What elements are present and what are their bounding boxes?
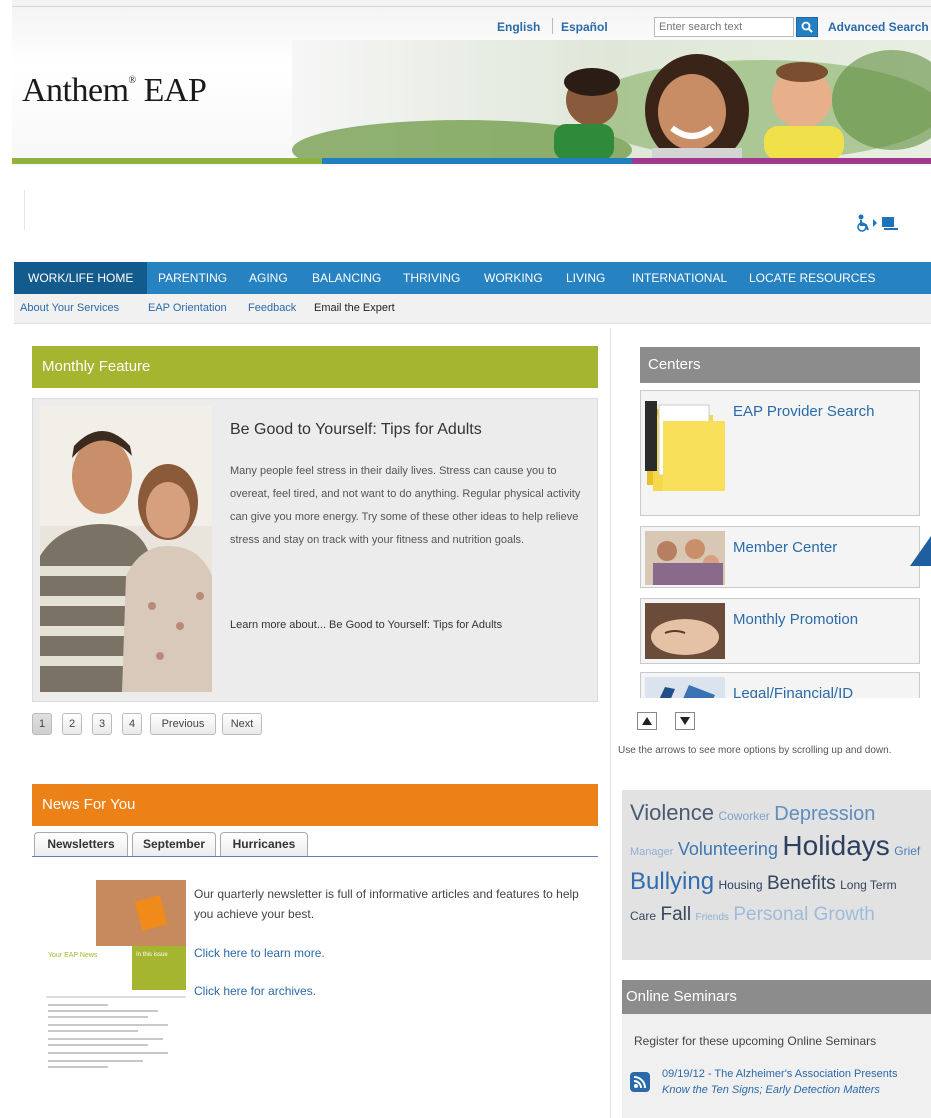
promotion-photo-icon: [645, 603, 725, 659]
tag-depression[interactable]: Depression: [774, 803, 875, 825]
nav-work-life-home[interactable]: WORK/LIFE HOME: [14, 262, 148, 294]
lang-english-link[interactable]: English: [497, 20, 540, 34]
subnav-eap-orientation[interactable]: EAP Orientation: [148, 302, 227, 314]
seminar-item-alzheimers[interactable]: 09/19/12 - The Alzheimer's Association P…: [662, 1066, 928, 1098]
arrow-up-icon: [642, 717, 652, 725]
next-button[interactable]: Next: [222, 713, 262, 735]
tag-bullying[interactable]: Bullying: [630, 868, 714, 895]
page-2-button[interactable]: 2: [62, 713, 82, 735]
tag-benefits[interactable]: Benefits: [767, 873, 836, 894]
nav-parenting[interactable]: PARENTING: [158, 262, 227, 294]
rss-icon[interactable]: [630, 1072, 650, 1092]
folder-icon: [645, 401, 725, 491]
column-divider: [610, 328, 611, 1118]
center-member-center[interactable]: Member Center: [640, 526, 920, 588]
tab-underline: [32, 856, 598, 857]
nav-balancing[interactable]: BALANCING: [312, 262, 381, 294]
site-header: English Español Advanced Search Anthem® …: [12, 0, 931, 166]
tag-care[interactable]: Care: [630, 909, 656, 923]
nav-living[interactable]: LIVING: [566, 262, 605, 294]
subnav-about-services[interactable]: About Your Services: [20, 302, 119, 314]
centers-heading: Centers: [640, 347, 920, 383]
center-legal-financial-id[interactable]: Legal/Financial/ID: [640, 672, 920, 698]
center-label: Member Center: [733, 539, 838, 556]
tag-long-term[interactable]: Long Term: [840, 878, 896, 892]
center-monthly-promotion[interactable]: Monthly Promotion: [640, 598, 920, 664]
newsletter-cover-box: In this issue: [136, 952, 168, 958]
logo-registered: ®: [128, 75, 137, 86]
nav-working[interactable]: WORKING: [484, 262, 543, 294]
scroll-up-button[interactable]: [637, 712, 657, 730]
tag-coworker[interactable]: Coworker: [718, 809, 769, 823]
couple-photo[interactable]: [40, 406, 212, 692]
tag-housing[interactable]: Housing: [719, 878, 763, 892]
tag-violence[interactable]: Violence: [630, 800, 714, 825]
anthem-eap-logo[interactable]: Anthem® EAP: [22, 72, 207, 110]
center-label: Legal/Financial/ID: [733, 685, 854, 698]
center-eap-provider-search[interactable]: EAP Provider Search: [640, 390, 920, 516]
side-pointer-marker: [910, 536, 931, 566]
monthly-feature-heading: Monthly Feature: [32, 346, 598, 388]
feature-learn-more-link[interactable]: Learn more about... Be Good to Yourself:…: [230, 619, 502, 631]
header-top-rule: [12, 6, 931, 7]
header-stripe-blue: [322, 158, 632, 164]
page-4-button[interactable]: 4: [122, 713, 142, 735]
tag-friends[interactable]: Friends: [696, 912, 729, 923]
search-icon: [801, 21, 813, 33]
sub-navigation: About Your Services EAP Orientation Feed…: [14, 294, 931, 324]
newsletter-cover-image[interactable]: Your EAP News In this issue: [46, 880, 186, 1074]
search-button[interactable]: [796, 17, 818, 37]
advanced-search-link[interactable]: Advanced Search: [828, 20, 929, 34]
tab-hurricanes[interactable]: Hurricanes: [220, 832, 308, 856]
seminar-item-subtitle: Know the Ten Signs; Early Detection Matt…: [662, 1084, 880, 1096]
scroll-down-button[interactable]: [675, 712, 695, 730]
tab-newsletters[interactable]: Newsletters: [34, 832, 128, 856]
header-stripe-purple: [632, 158, 931, 164]
logo-sub: EAP: [143, 72, 207, 109]
subnav-feedback[interactable]: Feedback: [248, 302, 296, 314]
seminar-item-date-title: 09/19/12 - The Alzheimer's Association P…: [662, 1068, 898, 1080]
center-label: Monthly Promotion: [733, 611, 859, 628]
tag-cloud: Violence Coworker Depression Manager Vol…: [622, 790, 931, 960]
centers-scroll-list: EAP Provider Search Member Center Monthl…: [640, 390, 920, 698]
nav-aging[interactable]: AGING: [249, 262, 288, 294]
tag-personal-growth[interactable]: Personal Growth: [733, 904, 875, 925]
main-navigation: WORK/LIFE HOME PARENTING AGING BALANCING…: [14, 262, 931, 294]
tag-manager[interactable]: Manager: [630, 846, 673, 858]
tag-fall[interactable]: Fall: [660, 904, 691, 925]
nav-international[interactable]: INTERNATIONAL: [632, 262, 727, 294]
newsletter-learn-more-link[interactable]: Click here to learn more.: [194, 946, 325, 960]
member-photo-icon: [645, 531, 725, 585]
header-stripe-green: [12, 158, 322, 164]
subnav-email-expert[interactable]: Email the Expert: [314, 302, 395, 314]
newsletter-archives-link[interactable]: Click here for archives.: [194, 984, 316, 998]
previous-button[interactable]: Previous: [150, 713, 216, 735]
header-sub-divider: [24, 190, 25, 230]
newsletter-description: Our quarterly newsletter is full of info…: [194, 887, 579, 921]
center-label: EAP Provider Search: [733, 403, 875, 420]
tag-grief[interactable]: Grief: [894, 844, 920, 858]
feature-article-title[interactable]: Be Good to Yourself: Tips for Adults: [230, 421, 482, 439]
page-3-button[interactable]: 3: [92, 713, 112, 735]
tab-september[interactable]: September: [132, 832, 216, 856]
centers-scroll-hint: Use the arrows to see more options by sc…: [618, 745, 892, 756]
arrow-down-icon: [680, 717, 690, 725]
header-family-photo: [292, 40, 931, 160]
nav-thriving[interactable]: THRIVING: [403, 262, 460, 294]
page-1-button[interactable]: 1: [32, 713, 52, 735]
tag-holidays[interactable]: Holidays: [782, 830, 889, 861]
nav-locate-resources[interactable]: LOCATE RESOURCES: [749, 262, 875, 294]
seminars-register-text: Register for these upcoming Online Semin…: [634, 1034, 877, 1048]
accessibility-icon[interactable]: [856, 214, 918, 237]
online-seminars-heading: Online Seminars: [622, 980, 931, 1014]
lang-separator: [552, 18, 553, 34]
lang-espanol-link[interactable]: Español: [561, 20, 608, 34]
feature-article-body: Many people feel stress in their daily l…: [230, 465, 581, 546]
legal-photo-icon: [645, 677, 725, 698]
search-input[interactable]: [654, 17, 794, 37]
news-for-you-heading: News For You: [32, 784, 598, 826]
newsletter-cover-title: Your EAP News: [48, 952, 98, 959]
logo-main: Anthem: [22, 72, 129, 109]
tag-volunteering[interactable]: Volunteering: [678, 839, 778, 859]
